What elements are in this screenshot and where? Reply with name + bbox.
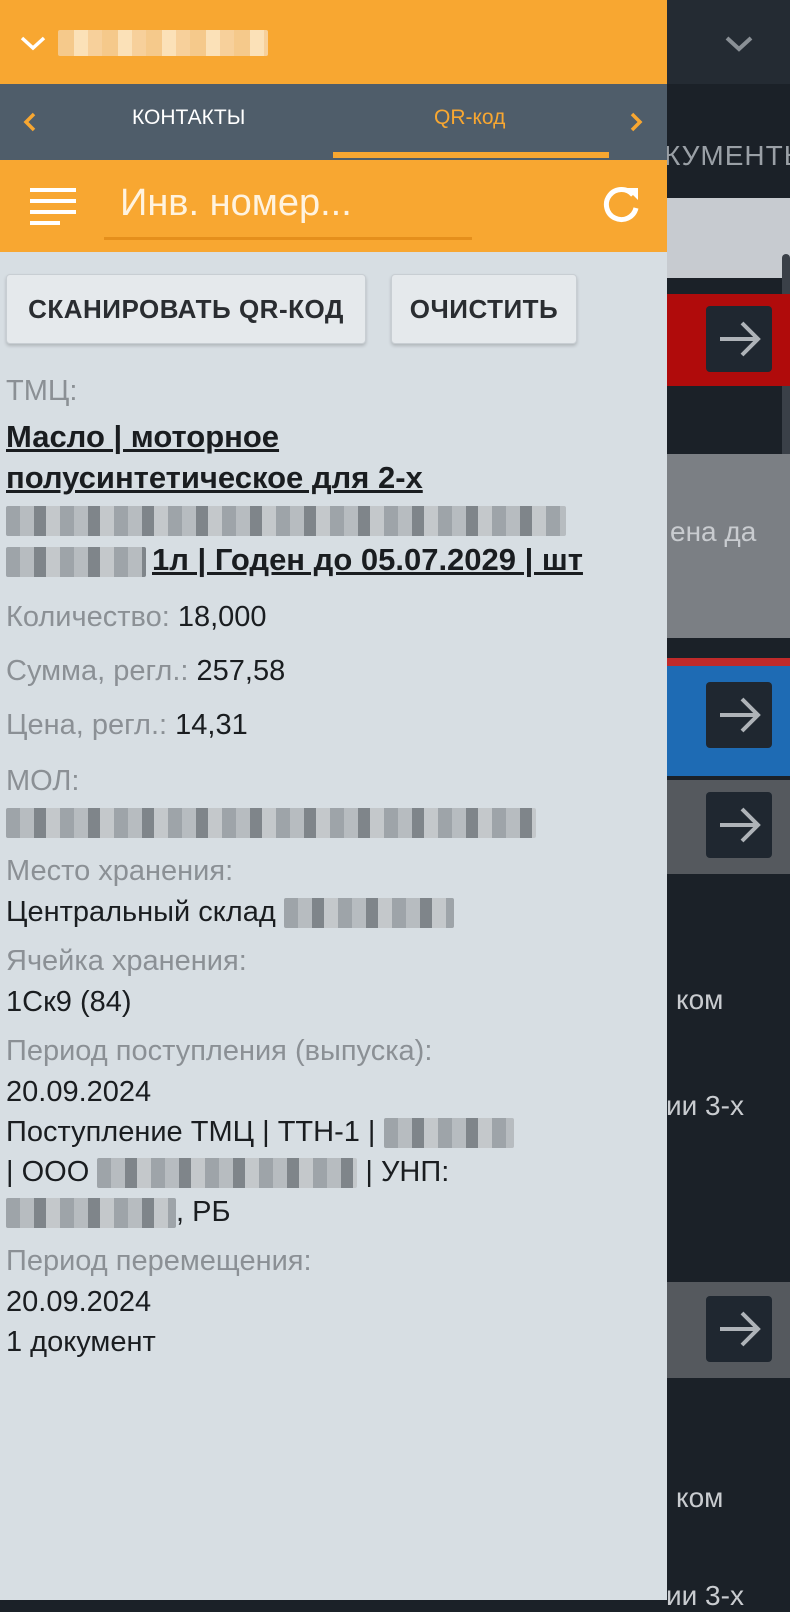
chevron-down-icon[interactable] xyxy=(18,30,48,56)
receipt-org-text: | ООО xyxy=(6,1156,90,1188)
chevron-down-icon[interactable] xyxy=(724,30,754,56)
background-text: ком xyxy=(676,1482,724,1513)
chevron-left-icon xyxy=(23,112,36,132)
tab-qr-code[interactable]: QR-код xyxy=(434,106,505,130)
receipt-country-text: , РБ xyxy=(176,1196,231,1228)
search-bar xyxy=(0,160,667,252)
redacted-text xyxy=(6,546,146,577)
tab-bar: КОНТАКТЫ QR-код xyxy=(0,84,667,160)
tab-contacts[interactable]: КОНТАКТЫ xyxy=(132,106,245,130)
cell-label: Ячейка хранения: xyxy=(6,945,247,977)
tab-scroll-left-button[interactable] xyxy=(18,108,40,136)
clear-button[interactable]: ОЧИСТИТЬ xyxy=(391,274,577,344)
price-row: Цена, регл.: 14,31 xyxy=(6,698,656,752)
move-period-label: Период перемещения: xyxy=(6,1245,312,1277)
qr-drawer: КОНТАКТЫ QR-код СКАНИРОВАТЬ QR-КОД ОЧИСТ… xyxy=(0,0,667,1600)
background-text: ком xyxy=(676,984,724,1015)
drawer-header xyxy=(0,0,667,84)
item-title-line: полусинтетическое для 2-х xyxy=(6,460,423,495)
storage-label: Место хранения: xyxy=(6,855,234,887)
open-arrow-button[interactable] xyxy=(706,1296,772,1362)
background-card-red xyxy=(666,294,790,386)
refresh-icon[interactable] xyxy=(600,184,642,226)
arrow-right-icon xyxy=(720,321,761,357)
background-card-grey: ена да xyxy=(666,454,790,638)
receipt-line: , РБ xyxy=(6,1192,656,1232)
open-arrow-button[interactable] xyxy=(706,792,772,858)
open-arrow-button[interactable] xyxy=(706,682,772,748)
background-text: ии 3-х xyxy=(666,1580,744,1611)
scan-qr-button[interactable]: СКАНИРОВАТЬ QR-КОД xyxy=(6,274,366,344)
sum-value: 257,58 xyxy=(196,655,286,687)
move-documents-link[interactable]: 1 документ xyxy=(6,1322,656,1362)
quantity-row: Количество: 18,000 xyxy=(6,590,656,644)
receipt-doc-text: Поступление ТМЦ | ТТН-1 | xyxy=(6,1116,376,1148)
move-date: 20.09.2024 xyxy=(6,1286,152,1318)
receipt-unp-text: | УНП: xyxy=(365,1156,450,1188)
receipt-line: | ООО | УНП: xyxy=(6,1152,656,1192)
item-title-text: 1л | Годен до 05.07.2029 | шт xyxy=(152,542,583,577)
redacted-text xyxy=(283,898,454,929)
price-label: Цена, регл.: xyxy=(6,709,168,741)
background-card-blue xyxy=(666,658,790,776)
price-value: 14,31 xyxy=(175,709,248,741)
mol-label: МОЛ: xyxy=(6,765,80,797)
item-title-line: Масло | моторное xyxy=(6,419,280,454)
redacted-text xyxy=(6,1198,176,1229)
arrow-right-icon xyxy=(720,697,761,733)
receipt-line: Поступление ТМЦ | ТТН-1 | xyxy=(6,1112,656,1152)
receipt-period-label: Период поступления (выпуска): xyxy=(6,1035,433,1067)
active-tab-indicator xyxy=(333,152,609,158)
redacted-text xyxy=(6,505,566,536)
menu-icon[interactable] xyxy=(30,186,78,226)
redacted-text xyxy=(383,1118,514,1149)
item-label: ТМЦ: xyxy=(6,375,78,407)
item-details: ТМЦ: Масло | моторное полусинтетическое … xyxy=(6,370,656,1362)
cell-value: 1Ск9 (84) xyxy=(6,986,132,1018)
inventory-number-input[interactable] xyxy=(104,170,472,240)
arrow-right-icon xyxy=(720,807,761,843)
background-text: ии 3-х xyxy=(666,1090,744,1121)
tab-scroll-right-button[interactable] xyxy=(626,108,648,136)
background-tab-documents: КУМЕНТЫ xyxy=(664,140,790,171)
background-card-dark xyxy=(666,780,790,874)
receipt-document-link[interactable]: Поступление ТМЦ | ТТН-1 | | ООО | УНП: ,… xyxy=(6,1112,656,1232)
background-card-dark xyxy=(666,1282,790,1378)
item-title-line-redacted xyxy=(6,498,656,539)
sum-row: Сумма, регл.: 257,58 xyxy=(6,644,656,698)
quantity-label: Количество: xyxy=(6,601,170,633)
open-arrow-button[interactable] xyxy=(706,306,772,372)
arrow-right-icon xyxy=(720,1311,761,1347)
item-title-link[interactable]: Масло | моторное полусинтетическое для 2… xyxy=(6,416,656,580)
storage-row: Центральный склад xyxy=(6,892,656,932)
sum-label: Сумма, регл.: xyxy=(6,655,189,687)
mol-value xyxy=(6,802,656,842)
redacted-text xyxy=(97,1158,358,1189)
background-card-text: ена да xyxy=(670,516,757,547)
background-strip xyxy=(666,198,790,278)
redacted-title xyxy=(58,30,268,56)
chevron-right-icon xyxy=(630,112,643,132)
quantity-value: 18,000 xyxy=(177,601,267,633)
redacted-text xyxy=(6,808,536,839)
item-title-line: 1л | Годен до 05.07.2029 | шт xyxy=(6,539,656,580)
storage-value: Центральный склад xyxy=(6,896,276,928)
receipt-date: 20.09.2024 xyxy=(6,1076,152,1108)
